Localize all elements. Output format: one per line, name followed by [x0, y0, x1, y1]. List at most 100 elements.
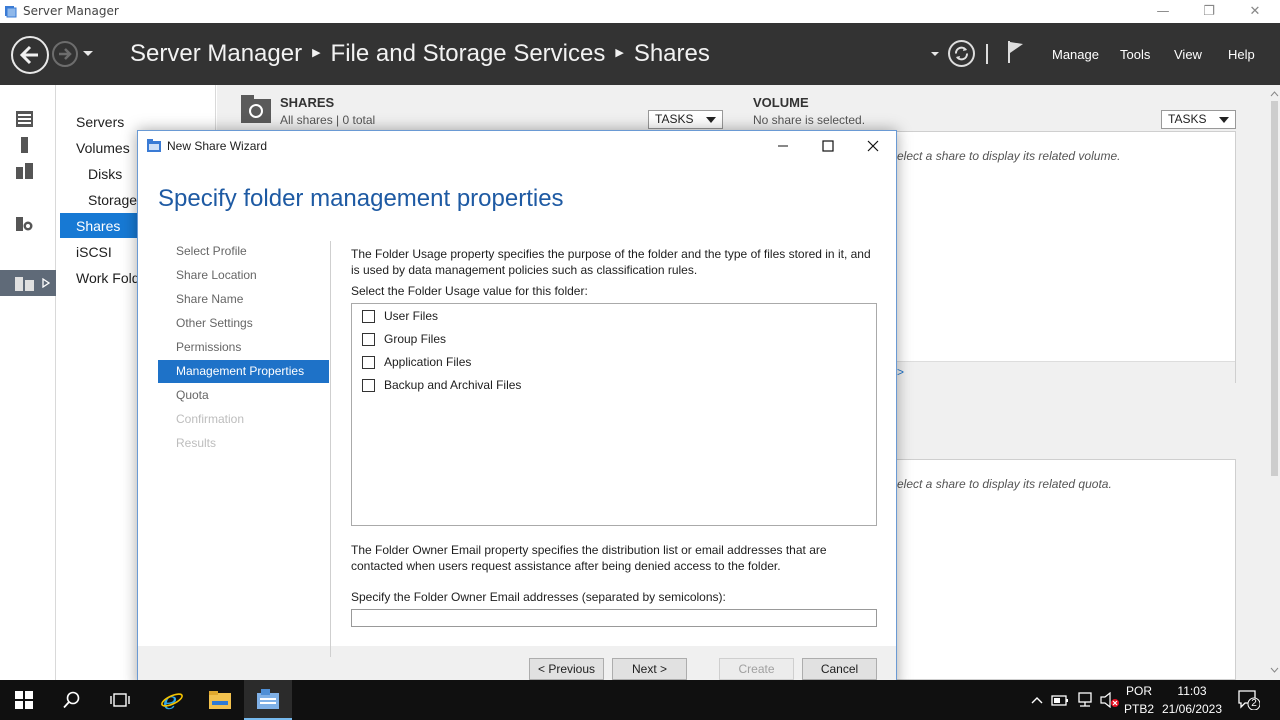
- refresh-icon: [955, 46, 968, 61]
- step-permissions[interactable]: Permissions: [158, 336, 329, 359]
- windows-logo-icon: [15, 691, 33, 709]
- power-icon[interactable]: [1051, 693, 1069, 707]
- owner-email-input[interactable]: [351, 609, 877, 627]
- windows-taskbar: e POR PTB2 11:03 21/06/2023 2: [0, 680, 1280, 720]
- wizard-minimize-button[interactable]: [760, 131, 806, 161]
- checkbox-user-files[interactable]: [362, 309, 375, 323]
- nav-item-storage-pools[interactable]: Storage: [88, 192, 137, 208]
- network-icon[interactable]: [1076, 692, 1094, 708]
- tasks-dropdown-icon: [706, 117, 716, 123]
- nav-item-disks[interactable]: Disks: [88, 166, 122, 182]
- usage-option-backup-archival-files[interactable]: Backup and Archival Files: [362, 376, 521, 394]
- menu-help[interactable]: Help: [1228, 47, 1255, 62]
- checkbox-application-files[interactable]: [362, 355, 375, 369]
- content-scrollbar[interactable]: [1269, 85, 1280, 680]
- breadcrumb-server-manager[interactable]: Server Manager: [130, 40, 302, 67]
- nav-item-iscsi[interactable]: iSCSI: [76, 244, 112, 260]
- server-manager-icon: [257, 689, 279, 709]
- step-share-location[interactable]: Share Location: [158, 264, 329, 287]
- scroll-thumb[interactable]: [1271, 101, 1278, 476]
- nav-item-volumes[interactable]: Volumes: [76, 140, 130, 156]
- history-dropdown-icon[interactable]: [82, 50, 94, 58]
- usage-option-label: Backup and Archival Files: [384, 378, 522, 392]
- scroll-up-icon[interactable]: [1269, 89, 1280, 99]
- input-language[interactable]: POR: [1126, 684, 1152, 698]
- checkbox-group-files[interactable]: [362, 332, 375, 346]
- usage-option-application-files[interactable]: Application Files: [362, 353, 471, 371]
- volume-muted-icon[interactable]: [1100, 692, 1120, 708]
- shares-tile-title: SHARES: [280, 95, 335, 110]
- next-button[interactable]: Next >: [612, 658, 687, 680]
- file-storage-nav-selected[interactable]: [0, 270, 56, 296]
- usage-option-label: User Files: [384, 309, 439, 323]
- step-select-profile[interactable]: Select Profile: [158, 240, 329, 263]
- search-button[interactable]: [48, 680, 96, 720]
- server-manager-titlebar: Server Manager — ❐ ✕: [0, 0, 1280, 23]
- volume-tasks-button[interactable]: TASKS: [1161, 110, 1236, 129]
- refresh-button[interactable]: [948, 40, 975, 67]
- wizard-maximize-button[interactable]: [805, 131, 851, 161]
- usage-option-group-files[interactable]: Group Files: [362, 330, 446, 348]
- breadcrumb-file-storage[interactable]: File and Storage Services: [331, 40, 606, 67]
- refresh-dropdown-icon[interactable]: [930, 51, 940, 58]
- maximize-icon: [822, 140, 834, 152]
- window-title: Server Manager: [23, 4, 119, 18]
- restore-button[interactable]: ❐: [1186, 0, 1232, 23]
- all-servers-icon[interactable]: [16, 163, 33, 179]
- server-manager-taskbar-button[interactable]: [244, 680, 292, 720]
- menu-tools[interactable]: Tools: [1120, 47, 1150, 62]
- clock-time[interactable]: 11:03: [1160, 684, 1224, 698]
- folder-usage-prompt: Select the Folder Usage value for this f…: [351, 284, 588, 298]
- volume-panel-hint: elect a share to display its related vol…: [897, 149, 1121, 163]
- wizard-body: Specify folder management properties Sel…: [138, 161, 896, 657]
- shares-tile-icon: [241, 95, 271, 123]
- nav-item-work-folders[interactable]: Work Fold: [76, 270, 140, 286]
- step-quota[interactable]: Quota: [158, 384, 329, 407]
- cancel-button[interactable]: Cancel: [802, 658, 877, 680]
- iis-icon[interactable]: [16, 216, 33, 232]
- notification-count-badge: 2: [1251, 698, 1257, 709]
- volume-tasks-label: TASKS: [1168, 112, 1207, 126]
- clock-date[interactable]: 21/06/2023: [1158, 702, 1226, 716]
- server-manager-icon: [5, 6, 17, 18]
- arrow-right-icon: [59, 48, 72, 60]
- step-other-settings[interactable]: Other Settings: [158, 312, 329, 335]
- wizard-titlebar: New Share Wizard: [138, 131, 896, 161]
- breadcrumb: Server Manager ▶ File and Storage Services…: [130, 40, 710, 68]
- step-management-properties[interactable]: Management Properties: [158, 360, 329, 383]
- wizard-close-button[interactable]: [850, 131, 896, 161]
- file-explorer-button[interactable]: [196, 680, 244, 720]
- usage-option-user-files[interactable]: User Files: [362, 307, 438, 325]
- step-share-name[interactable]: Share Name: [158, 288, 329, 311]
- shares-tile-subtitle: All shares | 0 total: [280, 113, 376, 127]
- keyboard-layout[interactable]: PTB2: [1124, 702, 1154, 716]
- usage-option-label: Application Files: [384, 355, 472, 369]
- internet-explorer-button[interactable]: e: [148, 680, 196, 720]
- local-server-icon[interactable]: [16, 137, 33, 153]
- menu-view[interactable]: View: [1174, 47, 1202, 62]
- header-divider: [986, 44, 988, 64]
- task-view-button[interactable]: [96, 680, 144, 720]
- nav-item-shares[interactable]: Shares: [76, 218, 120, 234]
- back-button[interactable]: [11, 36, 49, 74]
- tasks-dropdown-icon: [1219, 117, 1229, 123]
- checkbox-backup-archival-files[interactable]: [362, 378, 375, 392]
- notifications-flag-icon[interactable]: [1006, 40, 1026, 64]
- volume-panel-link[interactable]: >: [897, 365, 904, 379]
- breadcrumb-shares[interactable]: Shares: [634, 40, 710, 67]
- show-hidden-icons-icon[interactable]: [1031, 696, 1043, 704]
- breadcrumb-separator-icon: ▶: [615, 47, 624, 59]
- minimize-button[interactable]: —: [1140, 0, 1186, 23]
- shares-tasks-button[interactable]: TASKS: [648, 110, 723, 129]
- menu-manage[interactable]: Manage: [1052, 47, 1099, 62]
- expand-arrow-icon: [42, 278, 50, 288]
- shares-tasks-label: TASKS: [655, 112, 694, 126]
- forward-button[interactable]: [52, 41, 78, 67]
- dashboard-icon[interactable]: [16, 111, 33, 127]
- scroll-down-icon[interactable]: [1269, 665, 1280, 675]
- previous-button[interactable]: < Previous: [529, 658, 604, 680]
- start-button[interactable]: [0, 680, 48, 720]
- minimize-icon: [778, 145, 788, 147]
- close-button[interactable]: ✕: [1232, 0, 1278, 23]
- nav-item-servers[interactable]: Servers: [76, 114, 124, 130]
